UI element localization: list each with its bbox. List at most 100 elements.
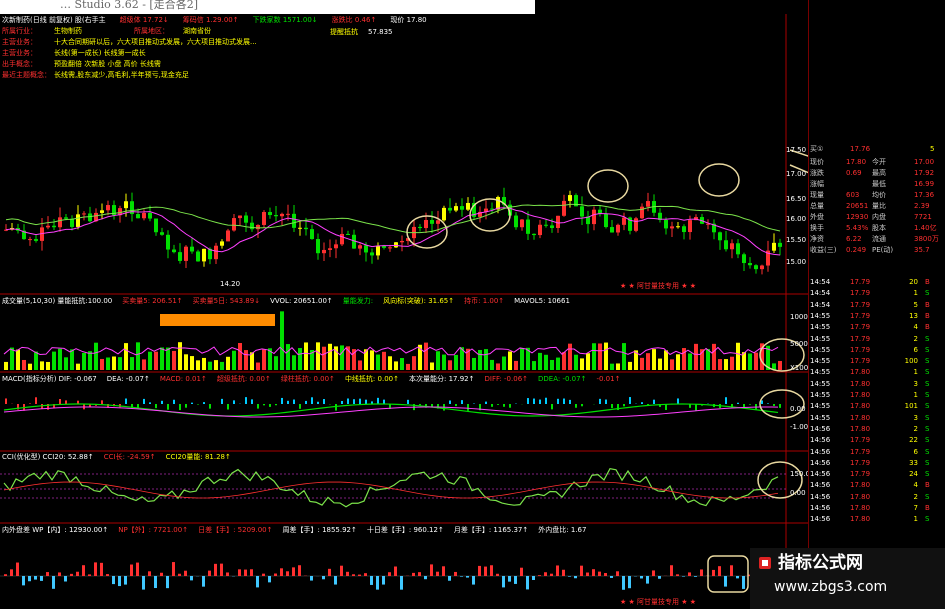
flow-bar — [502, 576, 505, 588]
tick-price: 17.80 — [850, 402, 871, 411]
info-label: 主营业务： — [2, 49, 37, 57]
tick-direction: S — [925, 289, 930, 298]
candle-body — [676, 226, 680, 228]
tick-price: 17.79 — [850, 311, 871, 320]
tick-price: 17.79 — [850, 278, 871, 286]
flow-bar — [592, 569, 595, 576]
candle-body — [580, 206, 584, 217]
candle-body — [544, 224, 548, 226]
tick-volume: 1 — [913, 515, 918, 524]
panel-label: 风向标(突破): 31.65↑ — [383, 297, 455, 305]
panel-label: 绿柱抵抗: 0.00↑ — [280, 375, 335, 383]
candle-body — [136, 214, 140, 219]
candle-body — [328, 248, 332, 250]
tick-volume: 6 — [913, 447, 918, 456]
volume-bar — [112, 356, 116, 370]
tick-time: 14:55 — [810, 334, 831, 343]
volume-bar — [580, 358, 584, 370]
candle-body — [52, 225, 56, 228]
candle-body — [598, 209, 602, 214]
flow-bar — [688, 572, 691, 576]
candle-body — [538, 224, 542, 236]
header-item: 次新制药(日线 前复权) 股(右手主 — [2, 16, 106, 24]
candle-body — [688, 220, 692, 233]
tick-time: 14:54 — [810, 278, 831, 286]
sub-axis-tick: 5000 — [790, 340, 808, 348]
flow-bar — [598, 571, 601, 576]
candle-body — [424, 219, 428, 229]
candle-body — [250, 222, 254, 230]
tick-direction: B — [925, 504, 930, 512]
tick-direction: S — [925, 515, 930, 524]
volume-bar — [454, 354, 458, 370]
candle-body — [322, 249, 326, 254]
flow-bar — [580, 565, 583, 576]
volume-bar — [70, 349, 74, 370]
volume-bar — [208, 361, 212, 370]
quote-value: 5.43% — [846, 224, 869, 232]
volume-bar — [550, 359, 554, 370]
candle-body — [622, 217, 626, 225]
panel-label: MACD(指标分析) DIF: -0.067 — [2, 375, 97, 383]
volume-bar — [340, 345, 344, 370]
quote-label: 最低 — [872, 180, 886, 188]
volume-bar — [736, 342, 740, 370]
flow-bar — [46, 572, 49, 576]
flow-bar — [730, 565, 733, 576]
candle-body — [286, 213, 290, 215]
quote-value: 2.39 — [914, 202, 930, 210]
tick-volume: 33 — [909, 458, 918, 467]
volume-bar — [646, 353, 650, 370]
flow-bar — [10, 569, 13, 576]
flow-bar — [358, 574, 361, 576]
flow-bar — [184, 570, 187, 576]
annotation-label: 提醒抵抗 — [330, 28, 358, 36]
flow-bar — [34, 576, 37, 580]
flow-bar — [742, 576, 745, 589]
highlight-circle — [698, 163, 740, 197]
volume-bar — [400, 358, 404, 370]
flow-bar — [238, 569, 241, 576]
tick-price: 17.79 — [850, 289, 871, 298]
volume-bar — [598, 343, 602, 370]
volume-bar — [568, 343, 572, 370]
flow-bar — [16, 562, 19, 576]
flow-bar — [310, 576, 313, 581]
quote-value: 1.40亿 — [914, 224, 937, 232]
candle-body — [334, 244, 338, 249]
candle-body — [172, 249, 176, 253]
window-title: … Studio 3.62 - [走合各2] — [60, 0, 198, 11]
tick-direction: S — [925, 391, 930, 399]
flow-bar — [532, 576, 535, 581]
tick-volume: 1 — [913, 289, 918, 298]
quote-label: 涨幅 — [810, 180, 824, 188]
candle-body — [160, 232, 164, 235]
tick-time: 14:56 — [810, 504, 831, 512]
volume-bar — [16, 349, 20, 370]
flow-bar — [328, 568, 331, 576]
volume-bar — [718, 359, 722, 370]
candle-body — [736, 243, 740, 255]
flow-bar — [178, 573, 181, 576]
flow-bar — [526, 576, 529, 590]
header-item: 超级体 17.72↓ — [119, 16, 169, 24]
volume-bar — [382, 351, 386, 370]
flow-bar — [400, 576, 403, 590]
flow-bar — [544, 572, 547, 576]
volume-bar — [88, 351, 92, 370]
flow-bar — [430, 564, 433, 576]
panel-label: CCI长: -24.59↑ — [103, 453, 156, 461]
quote-value: 0.249 — [846, 246, 867, 254]
flow-bar — [370, 576, 373, 585]
candle-body — [718, 232, 722, 241]
flow-bar — [202, 576, 205, 587]
tick-price: 17.80 — [850, 413, 871, 422]
quote-label: PE(动) — [872, 246, 894, 254]
flow-bar — [112, 576, 115, 585]
volume-ma-line — [3, 346, 779, 356]
candle-body — [514, 215, 518, 228]
tick-direction: S — [925, 402, 930, 411]
info-row: 主营业务： 十大合同期研以后，六大项目推动式发展，六大项目推动式发展... — [2, 38, 257, 49]
tick-time: 14:55 — [810, 402, 831, 411]
brand-url: www.zbgs3.com — [774, 579, 888, 595]
